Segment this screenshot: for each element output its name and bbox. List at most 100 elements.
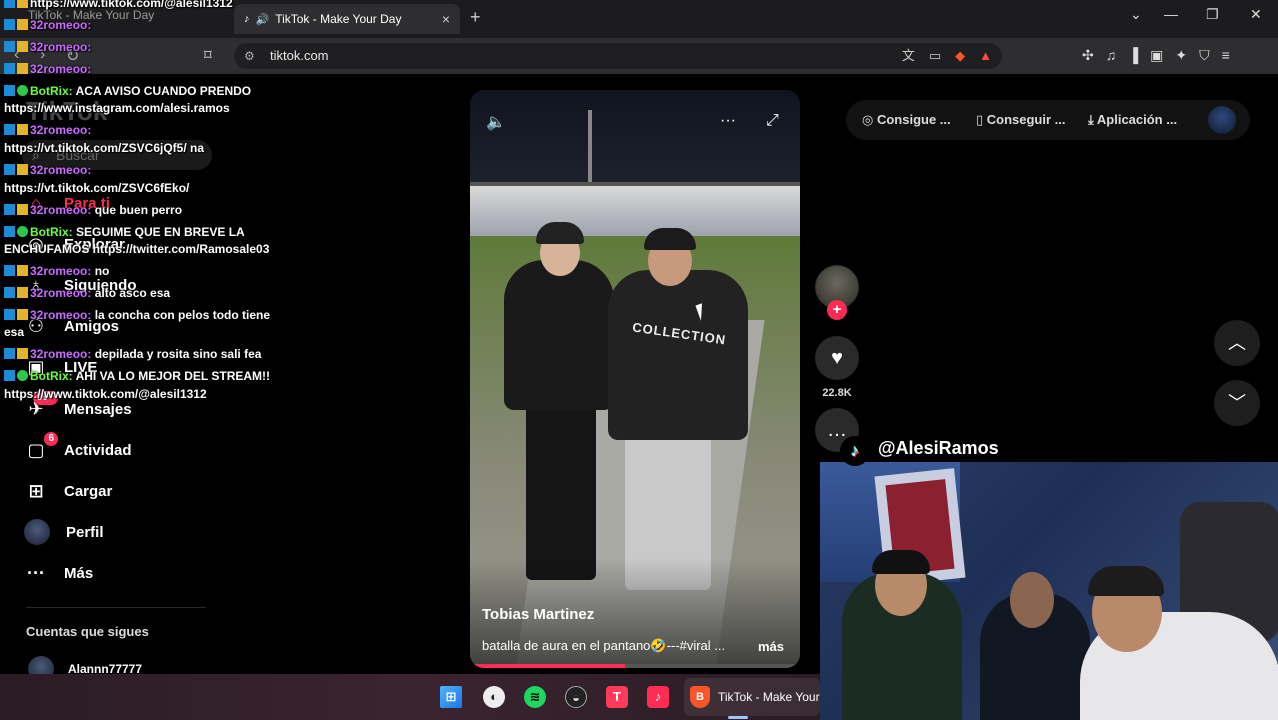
person-left-legs <box>526 400 596 580</box>
cast-icon[interactable]: ▭ <box>929 43 941 69</box>
crown-badge-icon <box>17 204 28 215</box>
fullscreen-icon[interactable]: ⤢ <box>766 112 779 130</box>
crown-badge-icon <box>17 41 28 52</box>
taskbar-active-indicator <box>728 716 748 719</box>
chat-username: 32romeoo: <box>30 347 95 361</box>
sidebar-item-perfil[interactable]: Perfil <box>24 517 104 547</box>
sidebar-item-cargar[interactable]: ⊞ Cargar <box>24 476 112 506</box>
chat-text: AHI VA LO MEJOR DEL STREAM!! <box>75 369 271 383</box>
chat-message: https://vt.tiktok.com/ZSVC6jQf5/ na <box>4 141 204 155</box>
site-info-icon[interactable]: ⚙ <box>244 43 255 69</box>
chat-text: esa <box>4 325 25 339</box>
chat-text: https://vt.tiktok.com/ZSVC6fEko/ <box>4 181 190 195</box>
restore-button[interactable]: ❐ <box>1206 6 1219 23</box>
chat-text: no <box>94 264 110 278</box>
volume-icon[interactable]: 🔈 <box>486 112 506 132</box>
activity-icon: ▢ 6 <box>24 431 58 461</box>
close-window-button[interactable]: ✕ <box>1250 6 1262 23</box>
vpn-icon[interactable]: ⛉ <box>1199 47 1210 64</box>
chat-text: https://www.tiktok.com/@alesil1312 <box>4 387 207 401</box>
coin-icon: ◎ <box>862 112 877 127</box>
chat-username: 32romeoo: <box>30 18 92 32</box>
taskbar-window-title: TikTok - Make Your D <box>718 690 820 704</box>
chat-message: esa <box>4 325 24 339</box>
tiktok-app-icon[interactable]: ♪ <box>647 686 669 708</box>
tab-close-button[interactable]: × <box>442 11 450 27</box>
like-button[interactable]: ♥ <box>815 336 859 380</box>
caption-more-button[interactable]: más <box>758 639 784 654</box>
windows-start-icon[interactable]: ⊞ <box>440 686 462 708</box>
chat-username: BotRix: <box>30 369 76 383</box>
chat-username: 32romeoo: <box>30 62 92 76</box>
chat-message: 32romeoo: <box>4 62 91 76</box>
chat-text: https://vt.tiktok.com/ZSVC6jQf5/ na <box>4 141 205 155</box>
sidebar-item-actividad[interactable]: ▢ 6 Actividad <box>24 431 132 465</box>
speaker-icon[interactable]: 🔊 <box>256 13 270 26</box>
extensions-icon[interactable]: ✣ <box>1082 47 1094 64</box>
chat-message: 32romeoo: <box>4 18 91 32</box>
url-field[interactable]: ⚙ tiktok.com 文 ▭ ◆ ▲ <box>234 43 1002 69</box>
chat-message: https://www.tiktok.com/@alesil1312 <box>4 0 233 10</box>
video-author[interactable]: Tobias Martinez <box>482 606 594 623</box>
more-icon: ··· <box>27 562 45 583</box>
translate-icon[interactable]: 文 <box>902 43 915 69</box>
bookmark-icon[interactable]: ⌑ <box>204 46 212 64</box>
spotify-icon[interactable]: ≋ <box>524 686 546 708</box>
following-heading: Cuentas que sigues <box>26 624 149 639</box>
chat-text: que buen perro <box>94 203 183 217</box>
chat-message: 32romeoo: depilada y rosita sino sali fe… <box>4 347 261 361</box>
activity-badge: 6 <box>44 431 58 446</box>
brave-rewards-icon[interactable]: ▲ <box>979 43 992 69</box>
minimize-button[interactable]: — <box>1164 6 1178 22</box>
video-scene-building <box>470 186 800 236</box>
extensions-toolbar: ✣ ♫ ▐ ▣ ✦ ⛉ ≡ <box>1082 47 1230 64</box>
address-bar-row: ‹ › ↻ ⌑ ⚙ tiktok.com 文 ▭ ◆ ▲ ✣ ♫ ▐ ▣ ✦ ⛉… <box>0 38 1278 74</box>
crown-badge-icon <box>17 63 28 74</box>
tab-search-button[interactable]: ⌄ <box>1130 6 1142 23</box>
platform-badge-icon <box>4 63 15 74</box>
download-icon: ⤓ <box>1088 112 1097 127</box>
video-caption: batalla de aura en el pantano🤣---#viral … <box>482 638 726 653</box>
get-app-button[interactable]: ⤓ Aplicación ... <box>1088 112 1177 128</box>
user-avatar[interactable] <box>1208 106 1236 134</box>
brave-shield-icon[interactable]: ◆ <box>955 43 965 69</box>
platform-badge-icon <box>4 0 15 8</box>
get-coins-button[interactable]: ◎ Consigue ... <box>862 112 951 128</box>
firefox-icon[interactable]: ◐ <box>483 686 505 708</box>
leo-icon[interactable]: ✦ <box>1175 47 1187 64</box>
obs-icon[interactable]: ◒ <box>565 686 587 708</box>
media-icon[interactable]: ♫ <box>1106 47 1117 64</box>
crown-badge-icon <box>17 124 28 135</box>
comment-icon: … <box>827 419 847 441</box>
wallet-icon[interactable]: ▣ <box>1150 47 1163 64</box>
get-coins-label: Consigue ... <box>876 112 951 127</box>
tab-active[interactable]: ♪ 🔊 TikTok - Make Your Day × <box>234 4 460 34</box>
chat-message: https://www.tiktok.com/@alesil1312 <box>4 387 207 401</box>
sidebar-item-label: Más <box>64 564 94 582</box>
crown-badge-icon <box>17 265 28 276</box>
sidebar-item-label: Cargar <box>64 482 113 500</box>
video-player[interactable]: COLLECTION 🔈 ··· ⤢ Tobias Martinez batal… <box>470 90 800 668</box>
chat-text: ACA AVISO CUANDO PRENDO <box>75 84 252 98</box>
chat-username: BotRix: <box>30 225 76 239</box>
chat-message: 32romeoo: que buen perro <box>4 203 182 217</box>
chat-message: ENCHUFAMOS https://twitter.com/Ramosale0… <box>4 242 269 256</box>
chat-text: https://www.tiktok.com/@alesil1312 <box>30 0 233 10</box>
follow-plus-button[interactable]: + <box>827 300 847 320</box>
streaming-app-icon[interactable]: T <box>606 686 628 708</box>
video-progress-bar[interactable] <box>470 664 800 668</box>
sidebar-item-mas[interactable]: ··· Más <box>24 558 93 588</box>
previous-video-button[interactable]: ︿ <box>1214 320 1260 366</box>
crown-badge-icon <box>17 287 28 298</box>
video-more-icon[interactable]: ··· <box>720 112 736 130</box>
menu-icon[interactable]: ≡ <box>1222 47 1230 64</box>
platform-badge-icon <box>4 370 15 381</box>
brave-icon: B <box>690 686 710 708</box>
get-pc-app-button[interactable]: ▯ Conseguir ... <box>976 112 1066 128</box>
platform-badge-icon <box>4 164 15 175</box>
next-video-button[interactable]: ﹀ <box>1214 380 1260 426</box>
new-tab-button[interactable]: + <box>470 7 481 28</box>
platform-badge-icon <box>4 287 15 298</box>
sidebar-icon[interactable]: ▐ <box>1128 47 1138 64</box>
platform-badge-icon <box>4 19 15 30</box>
